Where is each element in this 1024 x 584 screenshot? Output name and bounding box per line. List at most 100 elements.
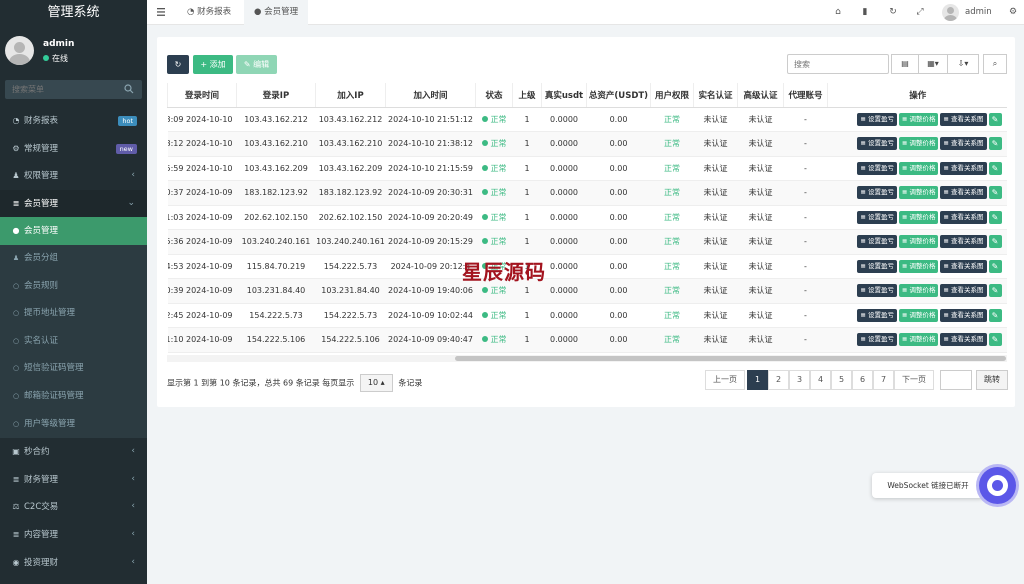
toggle-view-button[interactable]: ▤ [891,54,919,74]
table-row[interactable]: 2024-10-10 21:38:12103.43.162.210103.43.… [167,131,1007,157]
set-profit-button[interactable]: ≣ 设置盈亏 [857,235,897,249]
table-row[interactable]: 2024-10-09 10:02:45154.222.5.73154.222.5… [167,303,1007,328]
adjust-price-button[interactable]: ≣ 调整价格 [898,308,939,322]
columns-button[interactable]: ▦▾ [918,54,948,74]
view-relation-button[interactable]: ≣ 查看关系图 [940,235,987,249]
row-edit-pencil-icon[interactable]: ✎ [988,112,1002,126]
sidebar-item-member-manage[interactable]: ● 会员管理 [0,217,147,245]
view-relation-button[interactable]: ≣ 查看关系图 [940,186,987,200]
fullscreen-icon[interactable]: ⤢ [915,7,925,17]
adjust-price-button[interactable]: ≣ 调整价格 [898,284,939,298]
table-row[interactable]: 2024-10-09 20:30:37183.182.123.92183.182… [167,180,1007,206]
page-2-button[interactable]: 2 [768,370,789,390]
column-header[interactable]: 登录IP [236,83,316,108]
set-profit-button[interactable]: ≣ 设置盈亏 [857,161,897,175]
sidebar-item-member-group[interactable]: ♟ 会员分组 [0,244,147,273]
row-edit-pencil-icon[interactable]: ✎ [988,259,1002,273]
adjust-price-button[interactable]: ≣ 调整价格 [898,137,939,151]
set-profit-button[interactable]: ≣ 设置盈亏 [857,210,897,224]
column-header[interactable]: 状态 [475,83,513,108]
view-relation-button[interactable]: ≣ 查看关系图 [940,210,987,224]
table-row[interactable]: 2024-10-09 19:40:39103.231.84.40103.231.… [167,278,1007,304]
page-6-button[interactable]: 6 [852,370,873,390]
table-row[interactable]: 2024-10-09 09:41:10154.222.5.106154.222.… [167,327,1007,353]
column-header[interactable]: 总资产(USDT) [586,83,651,108]
horizontal-scrollbar[interactable] [455,356,1006,361]
row-edit-pencil-icon[interactable]: ✎ [988,284,1002,298]
page-5-button[interactable]: 5 [831,370,852,390]
export-button[interactable]: ⇩▾ [947,54,979,74]
column-header[interactable]: 实名认证 [693,83,738,108]
search-icon[interactable] [124,84,134,94]
table-row[interactable]: 2024-10-09 20:14:53115.84.70.219154.222.… [167,254,1007,279]
settings-icon[interactable]: ⚙ [1008,7,1018,17]
view-relation-button[interactable]: ≣ 查看关系图 [940,333,987,347]
next-page-button[interactable]: 下一页 [894,370,934,390]
set-profit-button[interactable]: ≣ 设置盈亏 [857,284,897,298]
view-relation-button[interactable]: ≣ 查看关系图 [940,137,987,151]
sidebar-item-email-code[interactable]: ○ 邮箱验证码管理 [0,382,147,411]
page-3-button[interactable]: 3 [789,370,810,390]
view-relation-button[interactable]: ≣ 查看关系图 [940,284,987,298]
set-profit-button[interactable]: ≣ 设置盈亏 [857,186,897,200]
view-relation-button[interactable]: ≣ 查看关系图 [940,112,987,126]
set-profit-button[interactable]: ≣ 设置盈亏 [857,259,897,273]
set-profit-button[interactable]: ≣ 设置盈亏 [857,333,897,347]
sidebar-item-user-level[interactable]: ○ 用户等级管理 [0,410,147,439]
adjust-price-button[interactable]: ≣ 调整价格 [898,112,939,126]
tab-finance-report[interactable]: ◔ 财务报表 [177,0,241,25]
top-avatar[interactable] [942,4,959,21]
row-edit-pencil-icon[interactable]: ✎ [988,137,1002,151]
column-header[interactable]: 用户权限 [650,83,694,108]
sidebar-item-finance-report[interactable]: ◔ 财务报表 hot [0,107,147,135]
column-header[interactable]: 加入时间 [385,83,476,108]
view-relation-button[interactable]: ≣ 查看关系图 [940,259,987,273]
page-4-button[interactable]: 4 [810,370,831,390]
sidebar-item-sms-code[interactable]: ○ 短信验证码管理 [0,355,147,383]
edit-button[interactable]: ✎ 编辑 [236,55,277,74]
adjust-price-button[interactable]: ≣ 调整价格 [898,186,939,200]
sidebar-search-input[interactable] [5,80,115,99]
row-edit-pencil-icon[interactable]: ✎ [988,161,1002,175]
row-edit-pencil-icon[interactable]: ✎ [988,210,1002,224]
set-profit-button[interactable]: ≣ 设置盈亏 [857,112,897,126]
sidebar-item-withdraw-address[interactable]: ○ 提币地址管理 [0,300,147,328]
row-edit-pencil-icon[interactable]: ✎ [988,333,1002,347]
table-row[interactable]: 2024-10-09 20:15:36103.240.240.161103.24… [167,229,1007,255]
sidebar-item-member[interactable]: ≣ 会员管理 ⌄ [0,189,147,218]
sidebar-item-content[interactable]: ≣ 内容管理 ‹ [0,521,147,549]
tab-member-manage[interactable]: ● 会员管理 [244,0,309,25]
sidebar-item-general[interactable]: ⚙ 常规管理 new [0,135,147,163]
advanced-search-button[interactable]: ⌕ [983,54,1007,74]
table-row[interactable]: 2024-10-10 21:53:09103.43.162.212103.43.… [167,107,1007,132]
add-button[interactable]: + 添加 [193,55,233,74]
refresh-icon[interactable]: ↻ [888,7,898,17]
row-edit-pencil-icon[interactable]: ✎ [988,235,1002,249]
row-edit-pencil-icon[interactable]: ✎ [988,186,1002,200]
column-header[interactable]: 真实usdt [541,83,587,108]
page-1-button[interactable]: 1 [747,370,768,390]
sidebar-item-c2c[interactable]: ⚖ C2C交易 ‹ [0,493,147,521]
column-header[interactable]: 登录时间 [167,83,237,108]
column-header[interactable]: 操作 [827,83,1007,108]
top-admin-name[interactable]: admin [965,0,992,25]
adjust-price-button[interactable]: ≣ 调整价格 [898,333,939,347]
table-row[interactable]: 2024-10-10 21:15:59103.43.162.209103.43.… [167,156,1007,181]
sidebar-item-invest[interactable]: ◉ 投资理财 ‹ [0,549,147,577]
page-size-select[interactable]: 10 ▴ [359,374,393,392]
jump-page-input[interactable] [940,370,972,390]
view-relation-button[interactable]: ≣ 查看关系图 [940,308,987,322]
adjust-price-button[interactable]: ≣ 调整价格 [898,210,939,224]
sidebar-item-finance[interactable]: ≣ 财务管理 ‹ [0,466,147,494]
home-icon[interactable]: ⌂ [833,7,843,17]
set-profit-button[interactable]: ≣ 设置盈亏 [857,308,897,322]
view-relation-button[interactable]: ≣ 查看关系图 [940,161,987,175]
table-row[interactable]: 2024-10-09 20:21:03202.62.102.150202.62.… [167,205,1007,230]
column-header[interactable]: 代理账号 [783,83,828,108]
page-7-button[interactable]: 7 [873,370,894,390]
row-edit-pencil-icon[interactable]: ✎ [988,308,1002,322]
sidebar-item-permission[interactable]: ♟ 权限管理 ‹ [0,162,147,190]
sidebar-item-member-rule[interactable]: ○ 会员规则 [0,272,147,301]
set-profit-button[interactable]: ≣ 设置盈亏 [857,137,897,151]
sidebar-item-seconds-contract[interactable]: ▣ 秒合约 ‹ [0,438,147,466]
